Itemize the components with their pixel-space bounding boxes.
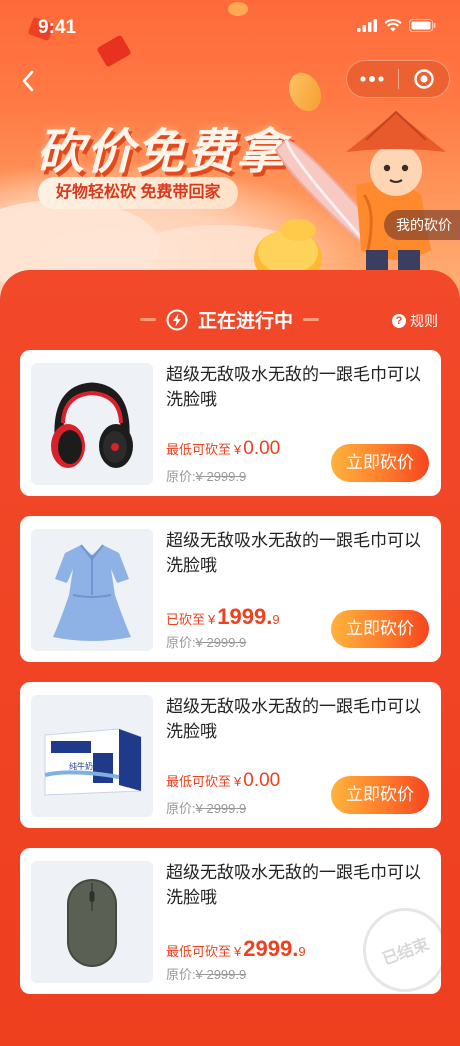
product-image-mouse [31,861,153,983]
original-price: 原价:¥ 2999.9 [166,964,246,983]
title-decoration-line [303,318,320,321]
rules-link[interactable]: ? 规则 [392,311,438,331]
price-label: 最低可砍至 [166,774,232,789]
original-price: 原价:¥ 2999.9 [166,466,246,485]
question-icon: ? [392,314,406,328]
product-image-dress [31,529,153,651]
product-title: 超级无敌吸水无敌的一跟毛巾可以洗脸哦 [166,697,421,741]
original-price-label: 原价: [166,801,196,816]
currency-symbol: ¥ [234,442,242,457]
original-price-label: 原价: [166,967,196,982]
original-price: 原价:¥ 2999.9 [166,632,246,651]
product-card[interactable]: 超级无敌吸水无敌的一跟毛巾可以洗脸哦 已砍至 ¥ 1999. 9 原价:¥ 299… [20,516,441,662]
battery-icon [409,19,436,32]
wifi-icon [384,19,402,32]
title-decoration-line [140,318,156,321]
price-value: 1999. [217,604,273,629]
bargain-button[interactable]: 立即砍价 [331,610,429,648]
price-row: 最低可砍至 ¥ 0.00 [166,770,280,792]
my-bargain-button[interactable]: 我的砍价 [384,210,460,240]
bargain-button[interactable]: 立即砍价 [331,776,429,814]
signal-icon [357,19,377,32]
target-close-icon [414,69,434,89]
status-icons [357,19,436,32]
section-title-group: 正在进行中 [140,306,320,333]
status-bar: 9:41 [0,0,460,54]
milk-box-icon: 纯牛奶 [44,728,142,796]
more-dots-icon [360,76,384,82]
hero-banner: 9:41 砍价免费拿 好物轻松砍 免费带回家 我的砍价 [0,0,460,300]
product-card[interactable]: 超级无敌吸水无敌的一跟毛巾可以洗脸哦 最低可砍至 ¥ 2999. 9 原价:¥ 2… [20,848,441,994]
price-row: 最低可砍至 ¥ 2999. 9 [166,936,306,962]
original-price-label: 原价: [166,469,196,484]
section-header: 正在进行中 ? 规则 [0,306,460,336]
original-price-value: ¥ 2999.9 [195,469,247,484]
product-title: 超级无敌吸水无敌的一跟毛巾可以洗脸哦 [166,863,421,907]
original-price-value: ¥ 2999.9 [195,635,247,650]
price-row: 最低可砍至 ¥ 0.00 [166,438,280,460]
price-decimal: 9 [272,612,280,627]
original-price-value: ¥ 2999.9 [195,967,247,982]
price-value: 0.00 [243,770,281,791]
currency-symbol: ¥ [208,612,216,627]
mouse-icon [67,879,117,967]
currency-symbol: ¥ [234,774,242,789]
original-price-value: ¥ 2999.9 [195,801,247,816]
ended-stamp: 已结束 [351,896,441,994]
dress-icon [53,544,131,641]
lightning-icon [166,309,188,330]
miniprogram-capsule [346,60,450,98]
more-button[interactable] [347,60,398,98]
product-image-headphones [31,363,153,485]
price-value: 2999. [243,936,299,961]
section-title: 正在进行中 [198,311,294,332]
original-price-label: 原价: [166,635,196,650]
box-label: 纯牛奶 [69,761,93,771]
price-label: 最低可砍至 [166,442,232,457]
price-row: 已砍至 ¥ 1999. 9 [166,604,280,630]
headphones-icon [51,382,133,468]
hero-subtitle: 好物轻松砍 免费带回家 [38,177,239,209]
product-title: 超级无敌吸水无敌的一跟毛巾可以洗脸哦 [166,365,421,409]
product-card[interactable]: 超级无敌吸水无敌的一跟毛巾可以洗脸哦 最低可砍至 ¥ 0.00 原价:¥ 299… [20,350,441,496]
product-image-milk-box: 纯牛奶 [31,695,153,817]
product-title: 超级无敌吸水无敌的一跟毛巾可以洗脸哦 [166,531,421,575]
price-decimal: 9 [298,944,306,959]
price-label: 已砍至 [166,612,206,627]
status-time: 9:41 [38,17,77,38]
price-label: 最低可砍至 [166,944,232,959]
close-miniprogram-button[interactable] [398,60,449,98]
original-price: 原价:¥ 2999.9 [166,798,246,817]
back-button[interactable] [14,66,44,96]
bargain-button[interactable]: 立即砍价 [331,444,429,482]
product-card[interactable]: 纯牛奶 超级无敌吸水无敌的一跟毛巾可以洗脸哦 最低可砍至 ¥ 0.00 原价:¥… [20,682,441,828]
currency-symbol: ¥ [234,944,242,959]
price-value: 0.00 [243,438,281,459]
chevron-left-icon [22,70,34,92]
rules-label: 规则 [410,313,438,329]
